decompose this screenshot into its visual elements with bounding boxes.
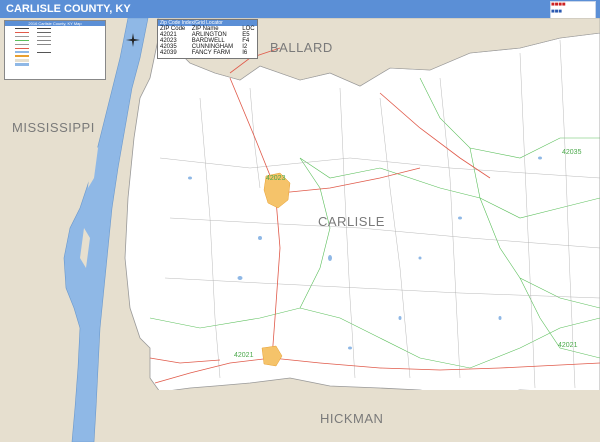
zip-label-arlington: 42021 [234,352,254,359]
zip-label-bardwell: 42023 [266,175,286,182]
compass-rose-icon [126,33,140,47]
label-hickman: HICKMAN [320,411,383,426]
map-legend: 2016 Carlisle County, KY Map [4,20,106,80]
map-title: CARLISLE COUNTY, KY [0,0,600,18]
publisher-logo: ■■■■ ■■■ [550,1,596,19]
zip-label-cunningham: 42035 [562,149,582,156]
label-mississippi: MISSISSIPPI [12,120,95,135]
label-carlisle: CARLISLE [318,214,385,229]
table-row: 42039 FANCY FARM I6 [158,50,257,56]
zip-loc-cell: I6 [242,50,248,56]
zip-index-table: ZIP Code ZIP Name LOC 42021 ARLINGTON E5… [158,26,257,56]
zip-code-index: Zip Code Index/Grid Locator ZIP Code ZIP… [157,19,258,59]
zip-label-arlington-east: 42021 [558,342,578,349]
zip-name-cell: FANCY FARM [191,50,230,56]
zip-code-cell: 42039 [160,50,177,56]
map-frame: CARLISLE COUNTY, KY ■■■■ ■■■ MISSISSIPPI… [0,0,600,442]
label-ballard: BALLARD [270,40,333,55]
county-map[interactable]: MISSISSIPPI BALLARD CARLISLE HICKMAN 420… [0,18,600,442]
